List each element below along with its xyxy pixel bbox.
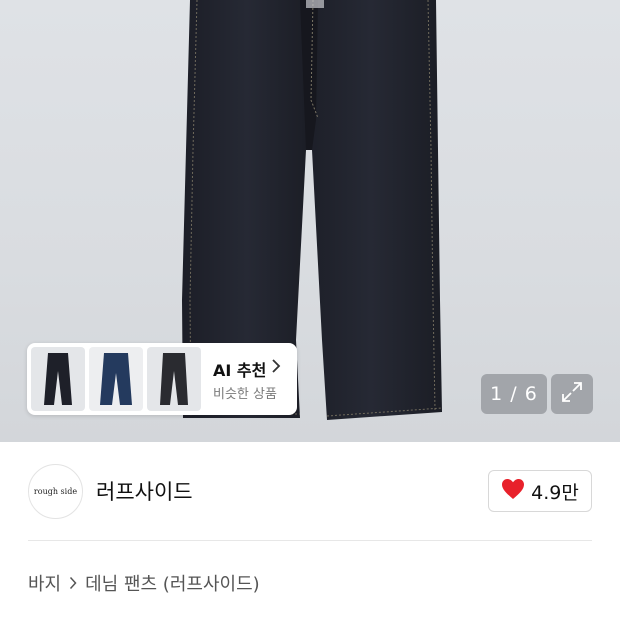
- product-image-gallery[interactable]: AI 추천 비슷한 상품 1 / 6: [0, 0, 620, 442]
- ai-recommend-card[interactable]: AI 추천 비슷한 상품: [27, 343, 297, 415]
- image-counter: 1 / 6: [481, 374, 547, 414]
- dark-jeans-thumb[interactable]: [31, 347, 85, 411]
- brand-row: rough side 러프사이드 4.9만: [0, 442, 620, 540]
- brand-logo-text: rough side: [33, 487, 78, 496]
- breadcrumb-category[interactable]: 바지: [28, 570, 61, 596]
- breadcrumb-subcategory[interactable]: 데님 팬츠 (러프사이드): [85, 570, 260, 596]
- expand-icon: [560, 380, 584, 408]
- divider: [28, 540, 592, 541]
- expand-button[interactable]: [551, 374, 593, 414]
- like-button[interactable]: 4.9만: [488, 470, 592, 512]
- brand-logo[interactable]: rough side: [28, 464, 83, 519]
- blue-jeans-thumb[interactable]: [89, 347, 143, 411]
- heart-icon: [501, 478, 525, 504]
- black-jeans-thumb[interactable]: [147, 347, 201, 411]
- breadcrumb: 바지 데님 팬츠 (러프사이드): [28, 570, 260, 596]
- brand-name[interactable]: 러프사이드: [96, 476, 193, 506]
- ai-recommend-title[interactable]: AI 추천: [213, 357, 266, 381]
- like-count: 4.9만: [531, 481, 579, 504]
- ai-recommend-subtitle: 비슷한 상품: [213, 387, 277, 402]
- chevron-right-icon: [69, 576, 77, 590]
- chevron-right-icon: [271, 358, 281, 378]
